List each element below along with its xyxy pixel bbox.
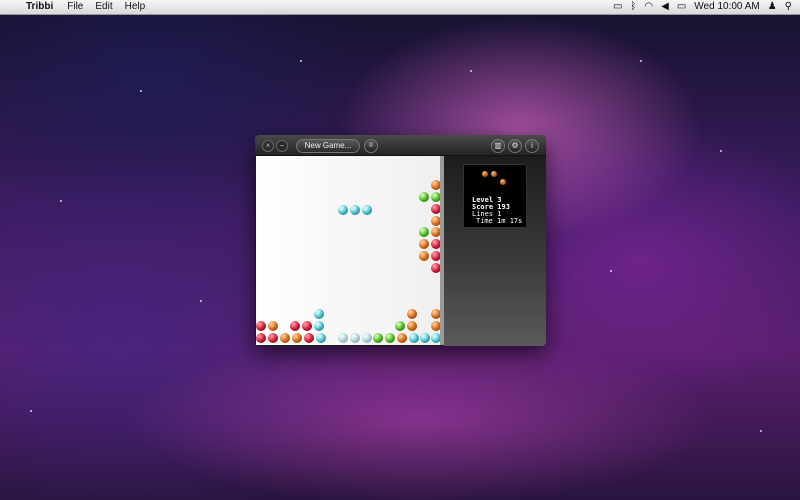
board-ball <box>362 333 372 343</box>
board-ball <box>409 333 419 343</box>
board-ball <box>350 333 360 343</box>
board-ball <box>407 309 417 319</box>
clock[interactable]: Wed 10:00 AM <box>694 0 759 14</box>
battery-icon[interactable]: ▭ <box>677 0 686 14</box>
info-button[interactable]: i <box>525 139 539 153</box>
board-ball <box>419 227 429 237</box>
volume-icon[interactable]: ◀ <box>661 0 669 14</box>
board-ball <box>292 333 302 343</box>
board-ball <box>314 309 324 319</box>
menu-file[interactable]: File <box>63 0 91 14</box>
user-icon[interactable]: ♟ <box>768 0 777 14</box>
minimize-button[interactable]: − <box>276 140 288 152</box>
board-ball <box>280 333 290 343</box>
board-ball <box>373 333 383 343</box>
next-ball <box>500 179 506 185</box>
board-ball <box>419 251 429 261</box>
menu-help[interactable]: Help <box>121 0 154 14</box>
status-panel: Level 3 Score 193 Lines 1 Time 1m 17s <box>463 164 527 228</box>
bluetooth-icon[interactable]: ᛒ <box>630 0 636 14</box>
high-scores-button[interactable]: ▥ <box>491 139 505 153</box>
spotlight-icon[interactable]: ⚲ <box>785 0 792 14</box>
board-ball <box>256 321 266 331</box>
time-label: Time 1m 17s <box>476 217 523 225</box>
new-game-button[interactable]: New Game... <box>296 139 360 153</box>
board-ball <box>316 333 326 343</box>
board-ball <box>420 333 430 343</box>
next-ball <box>491 171 497 177</box>
next-ball <box>482 171 488 177</box>
close-button[interactable]: × <box>262 140 274 152</box>
board-ball <box>256 333 266 343</box>
board-ball <box>268 333 278 343</box>
board-ball <box>338 333 348 343</box>
game-board[interactable] <box>256 156 441 345</box>
falling-ball <box>338 205 348 215</box>
pause-button[interactable]: II <box>364 139 378 153</box>
menu-edit[interactable]: Edit <box>91 0 120 14</box>
board-ball <box>397 333 407 343</box>
board-ball <box>419 239 429 249</box>
title-bar[interactable]: × − New Game... II ▥ ⚙ i <box>255 135 546 156</box>
settings-button[interactable]: ⚙ <box>508 139 522 153</box>
menu-bar: Tribbi File Edit Help ▭ ᛒ ◠ ◀ ▭ Wed 10:0… <box>0 0 800 15</box>
wifi-icon[interactable]: ◠ <box>644 0 653 14</box>
board-ball <box>302 321 312 331</box>
board-ball <box>314 321 324 331</box>
falling-ball <box>362 205 372 215</box>
board-ball <box>304 333 314 343</box>
menu-app-name[interactable]: Tribbi <box>22 0 63 14</box>
board-ball <box>385 333 395 343</box>
board-ball <box>419 192 429 202</box>
board-ball <box>395 321 405 331</box>
display-icon[interactable]: ▭ <box>613 0 622 14</box>
tribbi-window: × − New Game... II ▥ ⚙ i Level 3 Score 1… <box>255 135 546 346</box>
board-ball <box>268 321 278 331</box>
falling-ball <box>350 205 360 215</box>
board-ball <box>407 321 417 331</box>
status-area: ▭ ᛒ ◠ ◀ ▭ Wed 10:00 AM ♟ ⚲ <box>613 0 800 14</box>
board-ball <box>290 321 300 331</box>
